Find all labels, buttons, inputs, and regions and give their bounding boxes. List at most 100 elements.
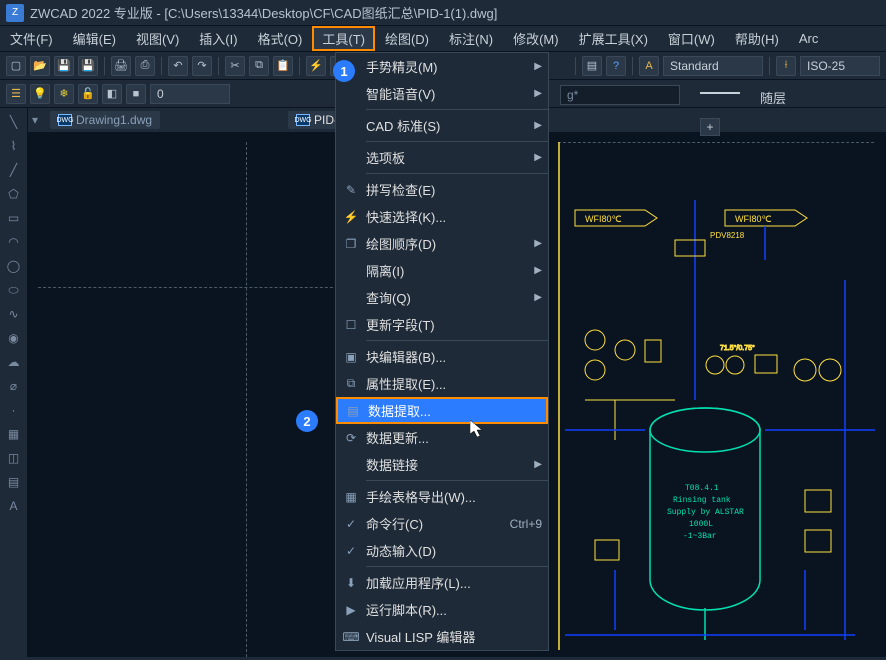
menu-dimension[interactable]: 标注(N): [439, 26, 503, 51]
menu-separator: [366, 566, 548, 567]
toolbar-separator: [299, 57, 300, 75]
export-icon[interactable]: ⎙: [135, 56, 155, 76]
toolbar-separator: [632, 57, 633, 75]
menu-help[interactable]: 帮助(H): [725, 26, 789, 51]
match-icon[interactable]: ⚡: [306, 56, 326, 76]
layerprop-icon[interactable]: ☰: [6, 84, 26, 104]
menu-arc[interactable]: Arc: [789, 26, 829, 51]
menu-spellcheck[interactable]: ✎拼写检查(E): [336, 176, 548, 203]
table-icon[interactable]: ▤: [4, 472, 24, 492]
freeze-icon[interactable]: ❄: [54, 84, 74, 104]
rectangle-icon[interactable]: ▭: [4, 208, 24, 228]
dim-style-combo[interactable]: ISO-25: [800, 56, 880, 76]
dimstyle-icon[interactable]: ⟊: [776, 56, 796, 76]
polygon-icon[interactable]: ⬠: [4, 184, 24, 204]
hatch-icon[interactable]: ▦: [4, 424, 24, 444]
menu-modify[interactable]: 修改(M): [503, 26, 569, 51]
menu-block-editor[interactable]: ▣块编辑器(B)...: [336, 343, 548, 370]
menu-file[interactable]: 文件(F): [0, 26, 63, 51]
menu-voice[interactable]: 智能语音(V)▶: [336, 80, 548, 107]
menu-data-extract[interactable]: ▤数据提取...: [336, 397, 548, 424]
xline-icon[interactable]: ╱: [4, 160, 24, 180]
left-toolbar: ╲ ⌇ ╱ ⬠ ▭ ◠ ◯ ⬭ ∿ ◉ ☁ ⌀ · ▦ ◫ ▤ A: [0, 108, 28, 657]
help-icon[interactable]: ?: [606, 56, 626, 76]
menu-gesture[interactable]: 手势精灵(M)▶: [336, 53, 548, 80]
open-icon[interactable]: 📂: [30, 56, 50, 76]
menu-separator: [366, 480, 548, 481]
menu-draw[interactable]: 绘图(D): [375, 26, 439, 51]
cut-icon[interactable]: ✂: [225, 56, 245, 76]
circle-icon[interactable]: ◯: [4, 256, 24, 276]
textstyle-icon[interactable]: A: [639, 56, 659, 76]
spellcheck-icon: ✎: [336, 183, 366, 197]
menu-tools[interactable]: 工具(T): [312, 26, 375, 51]
svg-text:1000L: 1000L: [689, 520, 713, 529]
region-icon[interactable]: ◫: [4, 448, 24, 468]
menu-run-script[interactable]: ▶运行脚本(R)...: [336, 596, 548, 623]
saveas-icon[interactable]: 💾: [78, 56, 98, 76]
arc-icon[interactable]: ◠: [4, 232, 24, 252]
menu-data-link[interactable]: 数据链接▶: [336, 451, 548, 478]
menu-table-export[interactable]: ▦手绘表格导出(W)...: [336, 483, 548, 510]
svg-text:PDV8218: PDV8218: [710, 231, 745, 240]
helix-icon[interactable]: ⌀: [4, 376, 24, 396]
menu-inquiry[interactable]: 查询(Q)▶: [336, 284, 548, 311]
undo-icon[interactable]: ↶: [168, 56, 188, 76]
lock-icon[interactable]: 🔓: [78, 84, 98, 104]
layer-combo[interactable]: 0: [150, 84, 230, 104]
line-icon[interactable]: ╲: [4, 112, 24, 132]
menu-view[interactable]: 视图(V): [126, 26, 189, 51]
donut-icon[interactable]: ◉: [4, 328, 24, 348]
menu-vlisp[interactable]: ⌨Visual LISP 编辑器: [336, 623, 548, 650]
menu-isolate[interactable]: 隔离(I)▶: [336, 257, 548, 284]
svg-text:WFI80℃: WFI80℃: [585, 214, 622, 224]
bulb-icon[interactable]: 💡: [30, 84, 50, 104]
print-icon[interactable]: 🖨: [111, 56, 131, 76]
spline-icon[interactable]: ∿: [4, 304, 24, 324]
dwg-icon: DWG: [58, 114, 72, 126]
search-input[interactable]: g*: [560, 85, 680, 105]
svg-text:WFI80℃: WFI80℃: [735, 214, 772, 224]
menu-quickselect[interactable]: ⚡快速选择(K)...: [336, 203, 548, 230]
callout-badge-1: 1: [333, 60, 355, 82]
doc-tab-drawing1[interactable]: DWG Drawing1.dwg: [50, 111, 160, 129]
text-icon[interactable]: A: [4, 496, 24, 516]
menu-insert[interactable]: 插入(I): [189, 26, 247, 51]
dwg-icon: DWG: [296, 114, 310, 126]
palette-icon[interactable]: ▤: [582, 56, 602, 76]
save-icon[interactable]: 💾: [54, 56, 74, 76]
menu-data-update[interactable]: ⟳数据更新...: [336, 424, 548, 451]
text-style-combo[interactable]: Standard: [663, 56, 763, 76]
menu-window[interactable]: 窗口(W): [658, 26, 725, 51]
color-icon[interactable]: ◧: [102, 84, 122, 104]
menu-dynamic-input[interactable]: ✓动态输入(D): [336, 537, 548, 564]
ellipse-icon[interactable]: ⬭: [4, 280, 24, 300]
copy-icon[interactable]: ⧉: [249, 56, 269, 76]
menu-update-fields[interactable]: ☐更新字段(T): [336, 311, 548, 338]
window-title: ZWCAD 2022 专业版 - [C:\Users\13344\Desktop…: [30, 3, 497, 22]
menu-attr-extract[interactable]: ⧉属性提取(E)...: [336, 370, 548, 397]
new-tab-button[interactable]: +: [700, 118, 720, 136]
menu-palettes[interactable]: 选项板▶: [336, 144, 548, 171]
script-icon: ▶: [336, 603, 366, 617]
linetype-preview: [700, 92, 740, 94]
redo-icon[interactable]: ↷: [192, 56, 212, 76]
menu-draworder[interactable]: ❐绘图顺序(D)▶: [336, 230, 548, 257]
menu-cad-standards[interactable]: CAD 标准(S)▶: [336, 112, 548, 139]
point-icon[interactable]: ·: [4, 400, 24, 420]
new-icon[interactable]: ▢: [6, 56, 26, 76]
menu-load-app[interactable]: ⬇加载应用程序(L)...: [336, 569, 548, 596]
pline-icon[interactable]: ⌇: [4, 136, 24, 156]
bylayer-label: 随层: [760, 88, 786, 107]
menu-edit[interactable]: 编辑(E): [63, 26, 126, 51]
menu-commandline[interactable]: ✓命令行(C)Ctrl+9: [336, 510, 548, 537]
revcloud-icon[interactable]: ☁: [4, 352, 24, 372]
menu-format[interactable]: 格式(O): [248, 26, 313, 51]
layer-box-icon[interactable]: ■: [126, 84, 146, 104]
tab-chevron-icon[interactable]: ▾: [32, 113, 46, 127]
doc-tab-label: Drawing1.dwg: [76, 113, 152, 127]
menu-ext-tools[interactable]: 扩展工具(X): [569, 26, 658, 51]
callout-badge-2: 2: [296, 410, 318, 432]
svg-text:T08.4.1: T08.4.1: [685, 484, 719, 493]
paste-icon[interactable]: 📋: [273, 56, 293, 76]
